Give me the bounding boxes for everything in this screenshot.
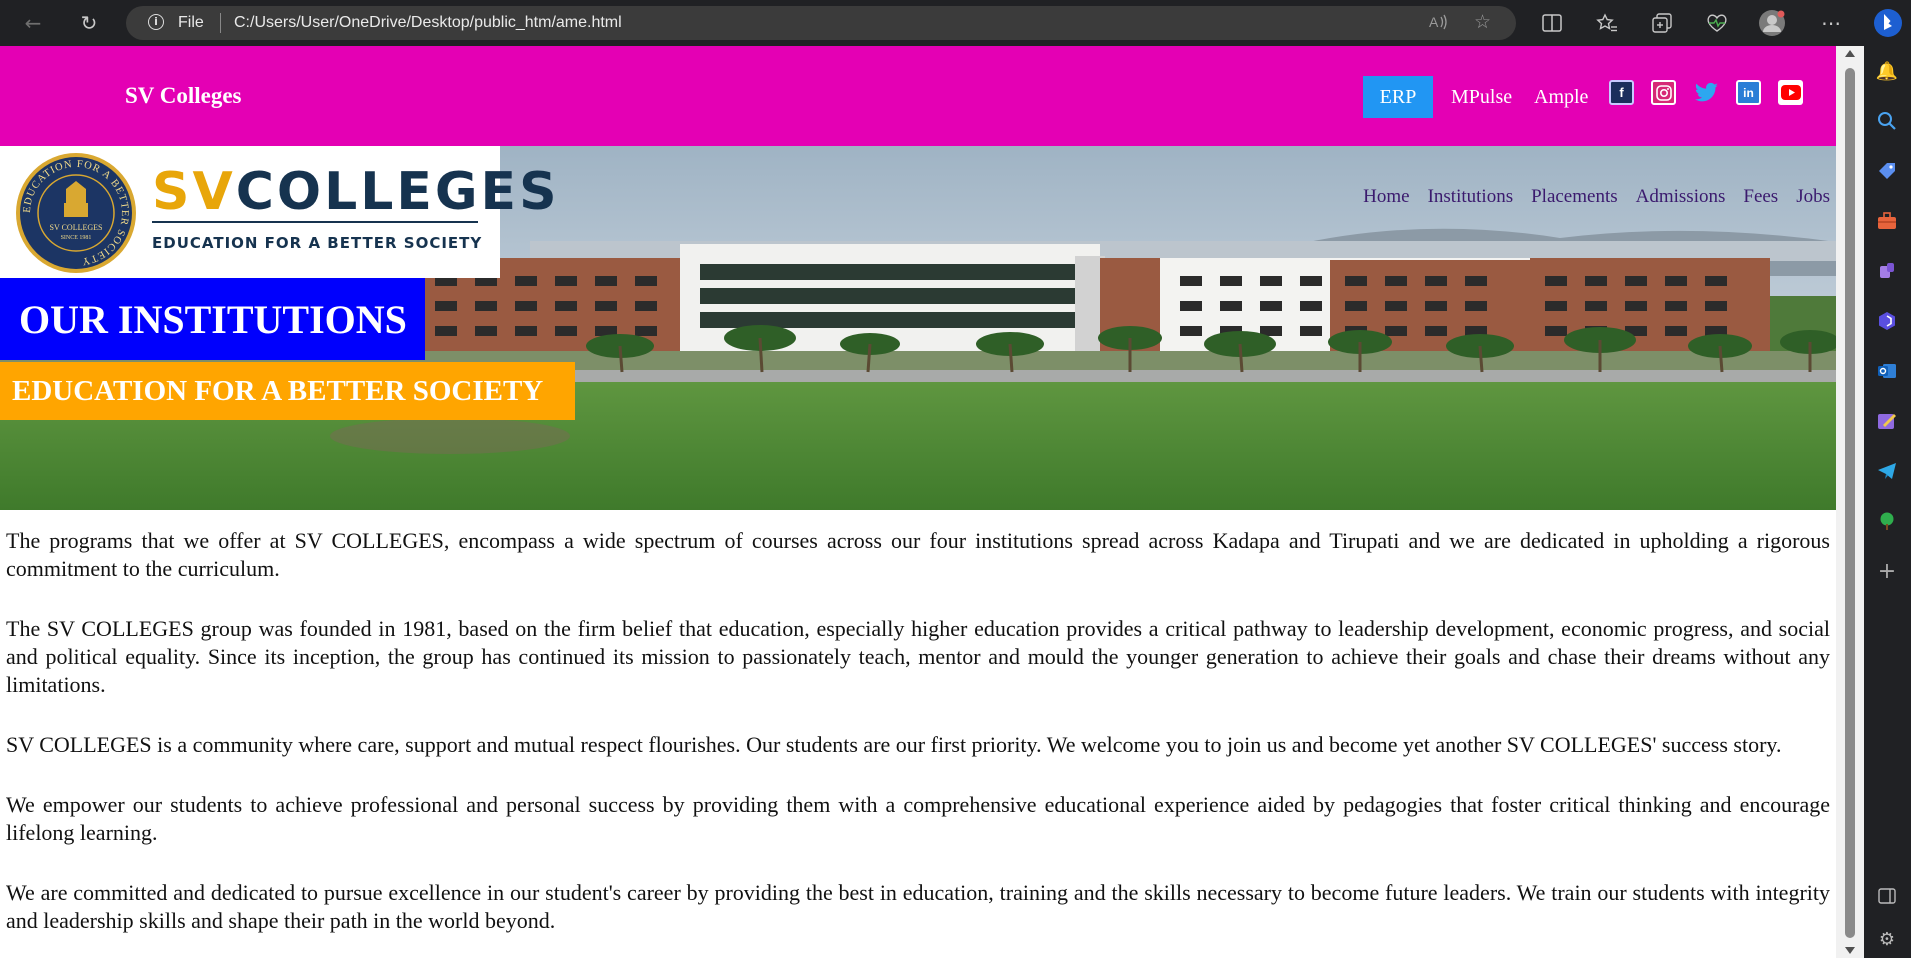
designer-icon[interactable]: [1874, 408, 1900, 434]
shopping-tag-icon[interactable]: [1874, 158, 1900, 184]
page-heading: OUR INSTITUTIONS: [0, 278, 425, 360]
college-seal-logo: EDUCATION FOR A BETTER SOCIETY SV COLLEG…: [16, 153, 136, 273]
back-icon[interactable]: ←: [17, 7, 49, 39]
site-brand[interactable]: SV Colleges: [125, 83, 242, 109]
outlook-icon[interactable]: [1874, 358, 1900, 384]
info-icon[interactable]: i: [148, 14, 164, 30]
search-icon[interactable]: [1874, 108, 1900, 134]
twitter-icon[interactable]: [1694, 80, 1719, 105]
intro-paragraph-programs: The programs that we offer at SV COLLEGE…: [6, 528, 1830, 581]
address-bar[interactable]: i File C:/Users/User/OneDrive/Desktop/pu…: [126, 6, 1516, 40]
sv-colleges-logo[interactable]: EDUCATION FOR A BETTER SOCIETY SV COLLEG…: [0, 146, 557, 278]
web-page: SV Colleges ERP MPulse Ample f in EDUCAT…: [0, 46, 1836, 958]
facebook-icon[interactable]: f: [1609, 80, 1634, 105]
ample-link[interactable]: Ample: [1534, 86, 1588, 109]
more-icon[interactable]: ⋯: [1815, 7, 1847, 39]
refresh-icon[interactable]: ↻: [73, 7, 105, 39]
health-icon[interactable]: [1701, 7, 1733, 39]
svg-text:A: A: [1429, 14, 1439, 30]
collections-icon[interactable]: [1646, 7, 1678, 39]
url-text[interactable]: C:/Users/User/OneDrive/Desktop/public_ht…: [234, 14, 622, 32]
tools-icon[interactable]: [1874, 208, 1900, 234]
logo-wordmark-rest: COLLEGES: [235, 162, 560, 222]
url-scheme: File: [178, 14, 204, 31]
edge-sidebar: 🔔 + ⚙: [1864, 46, 1911, 958]
youtube-icon[interactable]: [1778, 80, 1803, 105]
bing-icon[interactable]: [1872, 7, 1904, 39]
page-subheading: EDUCATION FOR A BETTER SOCIETY: [0, 362, 575, 420]
intro-paragraph-empower: We empower our students to achieve profe…: [6, 792, 1830, 845]
favorites-icon[interactable]: [1591, 7, 1623, 39]
logo-divider: [152, 221, 478, 223]
nav-jobs[interactable]: Jobs: [1796, 186, 1830, 208]
nav-fees[interactable]: Fees: [1743, 186, 1778, 208]
site-top-bar: SV Colleges ERP MPulse Ample f in: [0, 46, 1836, 146]
nav-home[interactable]: Home: [1363, 186, 1409, 208]
seal-center-name: SV COLLEGES: [50, 223, 103, 232]
nav-admissions[interactable]: Admissions: [1636, 186, 1726, 208]
erp-button[interactable]: ERP: [1363, 76, 1433, 118]
nav-institutions[interactable]: Institutions: [1428, 186, 1514, 208]
address-separator: [220, 13, 221, 33]
add-icon[interactable]: +: [1874, 558, 1900, 584]
favorite-star-icon[interactable]: ☆: [1474, 11, 1491, 33]
scroll-up-arrow[interactable]: [1845, 50, 1855, 57]
copilot-icon[interactable]: [1874, 308, 1900, 334]
seal-center-since: SINCE 1981: [61, 235, 92, 241]
settings-icon[interactable]: ⚙: [1874, 926, 1900, 952]
games-icon[interactable]: [1874, 258, 1900, 284]
mpulse-link[interactable]: MPulse: [1451, 86, 1512, 109]
nav-placements[interactable]: Placements: [1531, 186, 1618, 208]
logo-tagline: EDUCATION FOR A BETTER SOCIETY: [152, 234, 483, 252]
page-scrollbar[interactable]: [1836, 46, 1864, 958]
sidebar-toggle-icon[interactable]: [1874, 883, 1900, 909]
instagram-icon[interactable]: [1651, 80, 1676, 105]
profile-icon[interactable]: [1756, 7, 1788, 39]
tree-icon[interactable]: [1874, 508, 1900, 534]
hero-banner: EDUCATION FOR A BETTER SOCIETY SV COLLEG…: [0, 146, 1836, 510]
logo-wordmark: SVCOLLEGES: [152, 162, 560, 222]
main-navigation: Home Institutions Placements Admissions …: [1363, 186, 1830, 208]
logo-wordmark-highlight: SV: [152, 162, 236, 222]
read-aloud-icon[interactable]: A: [1428, 11, 1450, 38]
browser-toolbar: ← ↻ i File C:/Users/User/OneDrive/Deskto…: [0, 0, 1911, 46]
intro-paragraph-committed: We are committed and dedicated to pursue…: [6, 880, 1830, 933]
bell-icon[interactable]: 🔔: [1874, 58, 1900, 84]
intro-paragraph-community: SV COLLEGES is a community where care, s…: [6, 732, 1782, 757]
intro-content: The programs that we offer at SV COLLEGE…: [6, 527, 1830, 958]
linkedin-icon[interactable]: in: [1736, 80, 1761, 105]
scroll-down-arrow[interactable]: [1845, 947, 1855, 954]
scroll-thumb[interactable]: [1845, 68, 1855, 938]
intro-paragraph-founded: The SV COLLEGES group was founded in 198…: [6, 616, 1830, 697]
telegram-icon[interactable]: [1874, 458, 1900, 484]
split-screen-icon[interactable]: [1536, 7, 1568, 39]
